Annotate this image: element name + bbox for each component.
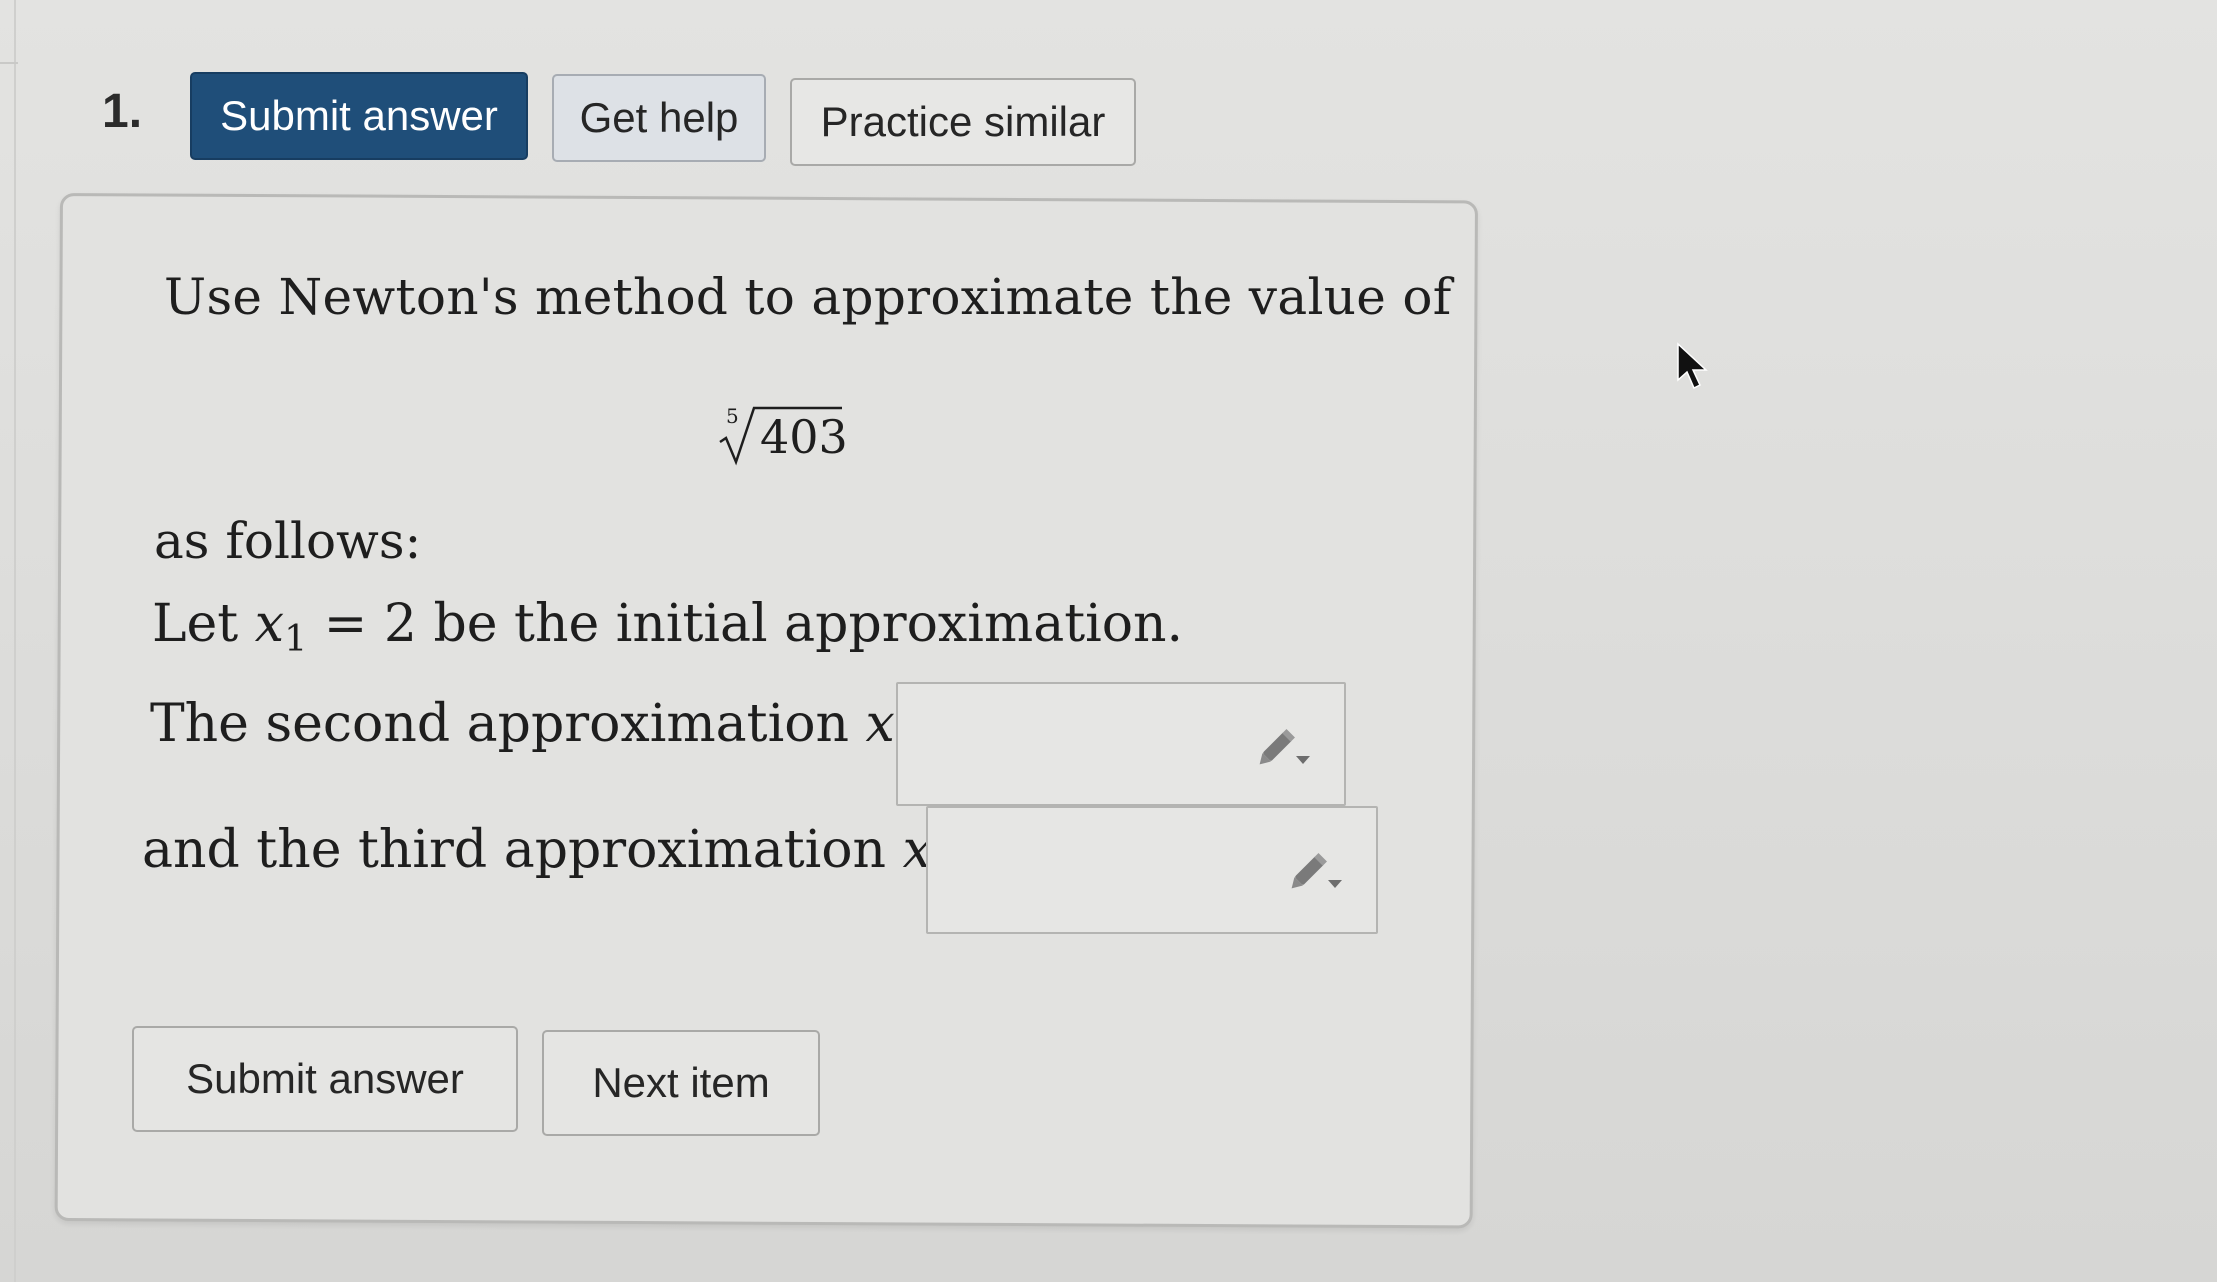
second-approximation-line: The second approximation x2 is bbox=[150, 694, 978, 760]
radical-index: 5 bbox=[726, 404, 739, 428]
submit-answer-button-top[interactable]: Submit answer bbox=[190, 72, 528, 160]
initial-prefix: Let bbox=[152, 594, 255, 654]
practice-similar-button[interactable]: Practice similar bbox=[790, 78, 1136, 166]
question-number: 1. bbox=[102, 85, 143, 138]
pencil-dropdown-icon[interactable] bbox=[1256, 722, 1316, 770]
radical-radicand: 403 bbox=[760, 410, 848, 464]
third-approximation-line: and the third approximation x3 is bbox=[142, 820, 1015, 886]
second-approximation-answer-box[interactable] bbox=[896, 682, 1346, 806]
next-item-button[interactable]: Next item bbox=[542, 1030, 820, 1136]
x1-variable: x bbox=[254, 594, 285, 654]
prompt-text: Use Newton's method to approximate the v… bbox=[164, 268, 1452, 326]
get-help-button[interactable]: Get help bbox=[552, 74, 766, 162]
second-approximation-input[interactable] bbox=[908, 694, 1212, 796]
second-prefix: The second approximation bbox=[150, 694, 866, 754]
third-approximation-input[interactable] bbox=[938, 818, 1242, 920]
as-follows-text: as follows: bbox=[154, 512, 422, 570]
third-approximation-answer-box[interactable] bbox=[926, 806, 1378, 934]
mouse-cursor-icon bbox=[1677, 342, 1708, 390]
pencil-dropdown-icon[interactable] bbox=[1288, 846, 1348, 894]
submit-answer-button-bottom[interactable]: Submit answer bbox=[132, 1026, 518, 1132]
x2-variable: x bbox=[865, 694, 895, 754]
initial-rest: = 2 be the initial approximation. bbox=[307, 594, 1184, 654]
third-prefix: and the third approximation bbox=[142, 820, 903, 880]
x1-subscript: 1 bbox=[284, 617, 308, 661]
page-left-border bbox=[14, 0, 16, 1282]
initial-approximation-line: Let x1 = 2 be the initial approximation. bbox=[152, 594, 1183, 660]
radical-expression: 5 403 bbox=[716, 400, 848, 470]
page-top-rule bbox=[0, 62, 18, 64]
